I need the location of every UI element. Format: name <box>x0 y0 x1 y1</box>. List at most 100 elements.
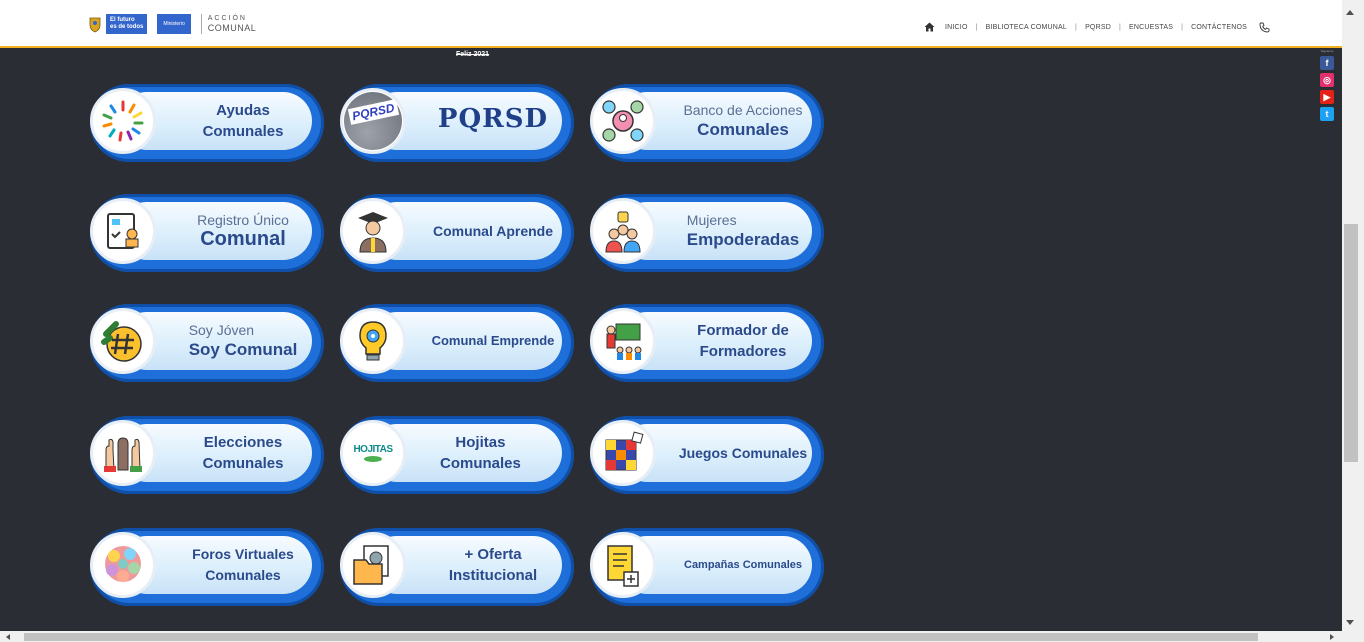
pqrsd-sticker-text: PQRSD <box>347 99 399 125</box>
card-icon-circle <box>90 198 156 264</box>
scroll-down-arrow-icon[interactable] <box>1346 620 1354 625</box>
card-hojitas-comunales[interactable]: Hojitas Comunales HOJITAS <box>340 416 580 498</box>
card-foros-virtuales[interactable]: Foros Virtuales Comunales <box>90 528 330 610</box>
registry-clipboard-icon <box>107 213 139 249</box>
scroll-right-arrow-icon[interactable] <box>1330 634 1334 640</box>
card-formador-formadores[interactable]: Formador de Formadores <box>590 304 830 386</box>
nav-biblioteca-comunal[interactable]: BIBLIOTECA COMUNAL <box>986 24 1067 31</box>
nav-inicio[interactable]: INICIO <box>945 24 968 31</box>
card-registro-unico[interactable]: Registro Único Comunal <box>90 194 330 276</box>
raised-hands-icon <box>102 100 144 142</box>
label-line1: + Oferta <box>464 546 522 563</box>
label-line2: Comunales <box>202 455 284 472</box>
pqrsd-label: PQRSD <box>437 104 549 134</box>
label-line1: Formador de <box>697 322 789 339</box>
nav-separator: | <box>975 23 978 31</box>
card-comunal-emprende[interactable]: Comunal Emprende <box>340 304 580 386</box>
label-line1: Elecciones <box>203 434 283 451</box>
card-campanas-comunales[interactable]: Campañas Comunales <box>590 528 830 610</box>
raised-hands-vote-icon <box>104 437 142 472</box>
vertical-scrollbar[interactable] <box>1342 0 1364 642</box>
card-label: Hojitas Comunales <box>440 432 521 474</box>
phone-icon[interactable] <box>1259 22 1270 33</box>
card-label: Elecciones Comunales <box>203 432 284 474</box>
card-label: Juegos Comunales <box>678 445 808 461</box>
card-juegos-comunales[interactable]: Juegos Comunales <box>590 416 830 498</box>
card-icon-circle: PQRSD <box>340 88 406 154</box>
card-banco-acciones[interactable]: Banco de Acciones Comunales <box>590 84 830 166</box>
social-hint: Síguenos <box>1320 49 1334 53</box>
accion-logo-line2: COMUNAL <box>207 23 257 33</box>
card-label: Banco de Acciones Comunales <box>683 102 802 140</box>
future-badge: El futuro es de todos <box>106 14 148 34</box>
card-label: Comunal Emprende <box>431 333 555 348</box>
speech-bubbles-icon <box>105 546 141 582</box>
document-folder-icon <box>353 545 389 585</box>
instagram-icon[interactable]: ◎ <box>1320 73 1334 87</box>
card-icon-circle <box>90 88 156 154</box>
label-line1: Foros Virtuales <box>192 546 294 562</box>
card-mujeres-empoderadas[interactable]: Mujeres Empoderadas <box>590 194 830 276</box>
card-icon-circle <box>90 308 156 374</box>
card-label: + Oferta Institucional <box>449 544 537 586</box>
card-pqrsd[interactable]: PQRSD PQRSD <box>340 84 580 166</box>
gov-line1: El futuro <box>110 17 135 23</box>
card-label: Formador de Formadores <box>697 320 789 362</box>
youtube-icon[interactable]: ▶ <box>1320 90 1334 104</box>
card-soy-joven[interactable]: Soy Jóven Soy Comunal <box>90 304 330 386</box>
card-icon-circle <box>90 532 156 598</box>
ministerio-badge: Ministerio <box>157 14 191 34</box>
card-elecciones-comunales[interactable]: Elecciones Comunales <box>90 416 330 498</box>
nav-encuestas[interactable]: ENCUESTAS <box>1129 24 1173 31</box>
accion-logo-line1: ACCIÓN <box>207 15 247 22</box>
horizontal-scrollbar[interactable] <box>0 631 1342 642</box>
scroll-left-arrow-icon[interactable] <box>6 634 10 640</box>
label-line2: Comunales <box>205 567 281 583</box>
label-line1: Ayudas <box>216 102 270 119</box>
home-icon[interactable] <box>924 22 935 32</box>
card-label: Registro Único Comunal <box>197 212 289 250</box>
gov-line2: es de todos <box>110 24 144 30</box>
label-line2: Institucional <box>448 567 538 584</box>
card-icon-circle: HOJITAS <box>340 420 406 486</box>
lightbulb-gear-icon <box>359 321 387 361</box>
label-thin: Mujeres <box>686 212 737 228</box>
government-logo[interactable]: El futuro es de todos Ministerio ACCIÓN … <box>88 14 256 34</box>
nav-separator: | <box>1181 23 1184 31</box>
twitter-icon[interactable]: t <box>1320 107 1334 121</box>
card-label: Comunal Aprende <box>432 223 554 239</box>
card-icon-circle <box>590 308 656 374</box>
nav-separator: | <box>1075 23 1078 31</box>
card-label: Campañas Comunales <box>684 559 802 571</box>
label-thin: Banco de Acciones <box>683 102 803 118</box>
women-group-icon <box>605 211 641 253</box>
card-label: PQRSD <box>438 106 548 134</box>
card-label: Foros Virtuales Comunales <box>192 544 294 586</box>
card-icon-circle <box>340 198 406 264</box>
board-game-icon <box>605 431 644 471</box>
nav-contactenos[interactable]: CONTÁCTENOS <box>1191 24 1247 31</box>
label-line1: Hojitas <box>455 434 506 451</box>
card-icon-circle <box>590 88 656 154</box>
label-thin: Registro Único <box>197 212 289 228</box>
card-label: Mujeres Empoderadas <box>687 212 799 250</box>
hojitas-logo-text: HOJITAS <box>353 444 393 455</box>
hashtag-icon <box>101 321 142 362</box>
scroll-up-arrow-icon[interactable] <box>1346 10 1354 15</box>
label-thick: Comunales <box>697 120 789 139</box>
vertical-scroll-thumb[interactable] <box>1344 224 1358 462</box>
horizontal-scroll-thumb[interactable] <box>24 633 1258 641</box>
nav-pqrsd[interactable]: PQRSD <box>1085 24 1111 31</box>
card-ayudas-comunales[interactable]: Ayudas Comunales <box>90 84 330 166</box>
colombia-shield-icon <box>89 17 101 33</box>
card-comunal-aprende[interactable]: Comunal Aprende <box>340 194 580 276</box>
facebook-icon[interactable]: f <box>1320 56 1334 70</box>
card-label: Soy Jóven Soy Comunal <box>189 322 298 360</box>
card-icon-circle <box>340 308 406 374</box>
card-icon-circle <box>340 532 406 598</box>
network-people-icon <box>602 100 644 142</box>
label-thick: Comunal <box>200 228 286 250</box>
card-icon-circle <box>90 420 156 486</box>
label-line2: Formadores <box>699 343 787 360</box>
card-oferta-institucional[interactable]: + Oferta Institucional <box>340 528 580 610</box>
